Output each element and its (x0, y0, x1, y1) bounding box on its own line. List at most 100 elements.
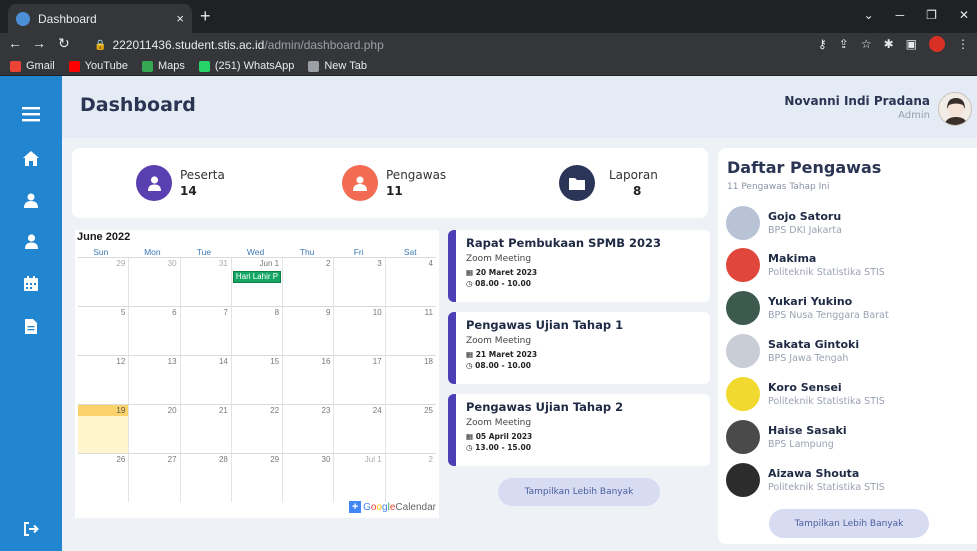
calendar-day-cell[interactable]: 30 (282, 454, 333, 502)
bookmark-youtube[interactable]: YouTube (68, 60, 128, 72)
calendar-day-cell[interactable]: 30 (128, 258, 179, 306)
tab-title: Dashboard (38, 11, 97, 26)
calendar-day-cell[interactable]: 12 (78, 356, 128, 404)
calendar-day-cell[interactable]: 4 (384, 258, 436, 306)
avatar[interactable] (938, 92, 972, 126)
stat-label: Pengawas (386, 168, 447, 182)
stat-pengawas[interactable]: Pengawas 11 (342, 165, 446, 201)
bookmark-whatsapp[interactable]: (251) WhatsApp (198, 60, 294, 72)
user-name: Novanni Indi Pradana (784, 94, 930, 108)
sidebar-item-pengawas[interactable] (19, 188, 43, 212)
day-number: Jun 1 (259, 259, 280, 268)
browser-tab[interactable]: Dashboard × (8, 4, 192, 33)
calendar-day-cell[interactable]: 10 (333, 307, 384, 355)
pengawas-show-more-button[interactable]: Tampilkan Lebih Banyak (769, 509, 929, 538)
calendar-day-cell[interactable]: 13 (128, 356, 179, 404)
calendar-day-cell[interactable]: 15 (230, 356, 282, 404)
sidepanel-icon[interactable]: ▣ (906, 37, 917, 51)
stat-pengawas-circle (342, 165, 378, 201)
pengawas-org: BPS DKI Jakarta (768, 225, 842, 236)
calendar-day-cell[interactable]: 19 (78, 405, 129, 453)
google-calendar-embed[interactable]: June 2022 Sun Mon Tue Wed Thu Fri Sat 29… (75, 230, 439, 518)
url-field[interactable]: 🔒 222011436.student.stis.ac.id /admin/da… (94, 35, 814, 55)
calendar-day-cell[interactable]: 20 (128, 405, 179, 453)
calendar-day-cell[interactable]: 2 (384, 454, 436, 502)
pengawas-list-item[interactable]: Haise Sasaki BPS Lampung (726, 419, 976, 455)
calendar-day-cell[interactable]: 21 (179, 405, 231, 453)
menu-kebab-icon[interactable]: ⋮ (957, 37, 969, 51)
share-icon[interactable]: ⇪ (839, 37, 849, 51)
star-icon[interactable]: ☆ (861, 37, 872, 51)
reload-icon[interactable]: ↻ (58, 35, 70, 52)
back-icon[interactable]: ← (8, 35, 22, 51)
day-number: 7 (223, 308, 228, 317)
stat-laporan[interactable]: Laporan 8 (559, 165, 658, 201)
calendar-icon: ▦ (466, 268, 476, 277)
sidebar-item-jadwal[interactable] (19, 271, 43, 295)
calendar-day-cell[interactable]: 7 (179, 307, 231, 355)
calendar-day-cell[interactable]: 28 (179, 454, 231, 502)
calendar-day-cell[interactable]: 9 (282, 307, 333, 355)
pengawas-list-item[interactable]: Gojo Satoru BPS DKI Jakarta (726, 205, 976, 241)
calendar-event-chip[interactable]: Hari Lahir P (232, 271, 282, 283)
calendar-day-cell[interactable]: 29 (230, 454, 282, 502)
calendar-day-cell[interactable]: 11 (384, 307, 436, 355)
calendar-day-cell[interactable]: Jun 1 Hari Lahir P (230, 258, 282, 306)
calendar-day-cell[interactable]: 8 (230, 307, 282, 355)
calendar-day-cell[interactable]: 17 (333, 356, 384, 404)
calendar-day-cell[interactable]: 14 (179, 356, 231, 404)
new-tab-button[interactable]: + (200, 6, 211, 27)
menu-toggle-button[interactable] (19, 102, 43, 126)
calendar-day-cell[interactable]: 25 (384, 405, 436, 453)
sidebar-item-peserta[interactable] (19, 229, 43, 253)
calendar-day-cell[interactable]: 27 (128, 454, 179, 502)
calendar-day-cell[interactable]: 31 (179, 258, 231, 306)
calendar-day-cell[interactable]: 5 (78, 307, 128, 355)
logout-button[interactable] (19, 517, 43, 541)
pengawas-list-item[interactable]: Koro Sensei Politeknik Statistika STIS (726, 376, 976, 412)
stat-peserta[interactable]: Peserta 14 (136, 165, 225, 201)
calendar-day-cell[interactable]: Jul 1 (333, 454, 384, 502)
event-date: ▦ 05 April 2023 (466, 432, 533, 441)
bookmark-maps[interactable]: Maps (141, 60, 185, 72)
tab-search-icon[interactable]: ⌄ (864, 8, 874, 22)
calendar-day-cell[interactable]: 29 (78, 258, 128, 306)
calendar-day-cell[interactable]: 6 (128, 307, 179, 355)
document-icon (25, 318, 37, 334)
pengawas-list-item[interactable]: Makima Politeknik Statistika STIS (726, 247, 976, 283)
extensions-icon[interactable]: ✱ (884, 37, 894, 51)
calendar-day-cell[interactable]: 16 (282, 356, 333, 404)
profile-icon[interactable] (929, 36, 945, 52)
close-window-icon[interactable]: ✕ (959, 8, 969, 22)
events-show-more-button[interactable]: Tampilkan Lebih Banyak (498, 478, 660, 506)
pengawas-list-item[interactable]: Yukari Yukino BPS Nusa Tenggara Barat (726, 290, 976, 326)
event-card[interactable]: Rapat Pembukaan SPMB 2023 Zoom Meeting ▦… (448, 230, 710, 302)
bookmark-new-tab[interactable]: New Tab (308, 60, 367, 72)
event-card[interactable]: Pengawas Ujian Tahap 1 Zoom Meeting ▦ 21… (448, 312, 710, 384)
weekday-label: Mon (144, 247, 161, 257)
sidebar-item-laporan[interactable] (19, 314, 43, 338)
key-icon[interactable]: ⚷ (818, 37, 827, 51)
bookmark-gmail[interactable]: Gmail (10, 60, 55, 72)
google-calendar-badge[interactable]: + Google Calendar (349, 501, 436, 513)
clock-icon: ◷ (466, 361, 476, 370)
logout-icon (24, 522, 39, 536)
pengawas-name: Haise Sasaki (768, 424, 847, 437)
sidebar-item-home[interactable] (19, 146, 43, 170)
user-icon (24, 233, 38, 249)
calendar-day-cell[interactable]: 18 (384, 356, 436, 404)
calendar-day-cell[interactable]: 2 (282, 258, 333, 306)
weekday-label: Thu (299, 247, 315, 257)
forward-icon[interactable]: → (32, 35, 46, 51)
calendar-day-cell[interactable]: 22 (230, 405, 282, 453)
calendar-day-cell[interactable]: 3 (333, 258, 384, 306)
calendar-day-cell[interactable]: 26 (78, 454, 128, 502)
event-card[interactable]: Pengawas Ujian Tahap 2 Zoom Meeting ▦ 05… (448, 394, 710, 466)
calendar-day-cell[interactable]: 24 (333, 405, 384, 453)
pengawas-list-item[interactable]: Sakata Gintoki BPS Jawa Tengah (726, 333, 976, 369)
tab-close-icon[interactable]: × (176, 11, 184, 26)
minimize-icon[interactable]: ─ (896, 8, 905, 22)
restore-icon[interactable]: ❐ (926, 8, 937, 22)
calendar-day-cell[interactable]: 23 (282, 405, 333, 453)
pengawas-list-item[interactable]: Aizawa Shouta Politeknik Statistika STIS (726, 462, 976, 498)
